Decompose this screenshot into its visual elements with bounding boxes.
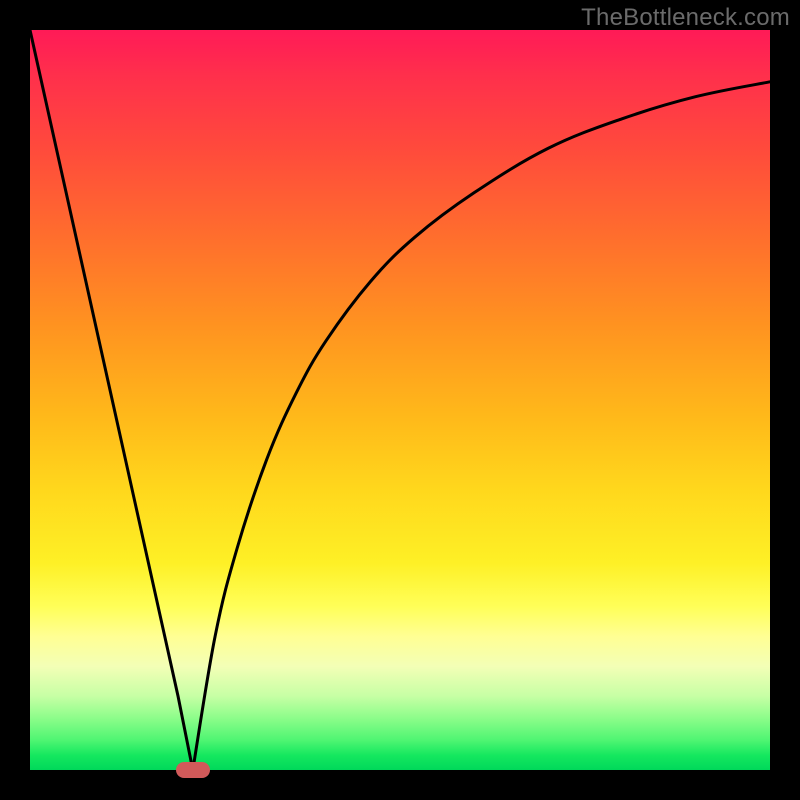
- curve-left-branch: [30, 30, 193, 770]
- minimum-marker: [176, 762, 210, 778]
- bottleneck-curve: [30, 30, 770, 770]
- chart-frame: TheBottleneck.com: [0, 0, 800, 800]
- curve-right-branch: [193, 82, 770, 770]
- watermark-text: TheBottleneck.com: [581, 4, 790, 32]
- plot-area: [30, 30, 770, 770]
